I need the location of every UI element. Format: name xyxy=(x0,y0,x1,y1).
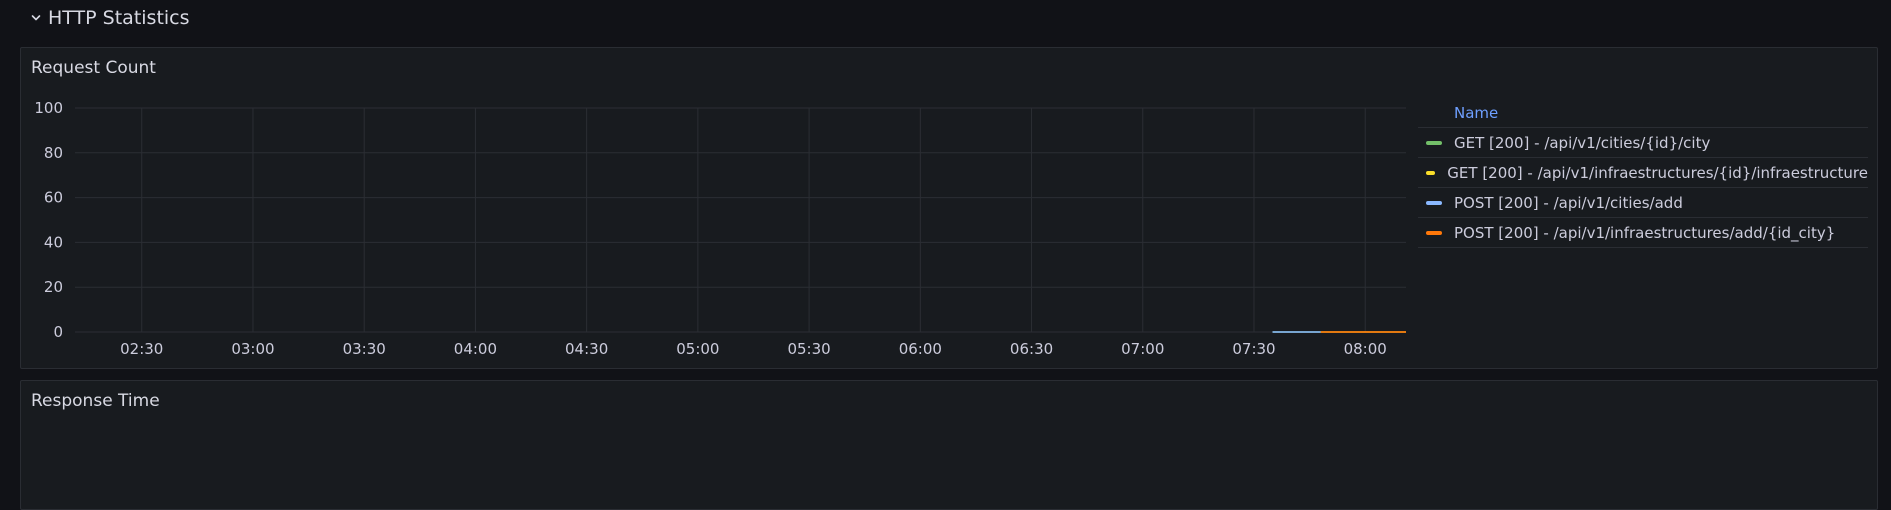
x-tick-label: 07:30 xyxy=(1232,340,1275,358)
x-tick-label: 02:30 xyxy=(120,340,163,358)
panel-title: Response Time xyxy=(31,391,160,411)
x-tick-label: 04:30 xyxy=(565,340,608,358)
legend-swatch xyxy=(1426,140,1442,145)
legend-swatch xyxy=(1426,230,1442,235)
x-tick-label: 06:00 xyxy=(899,340,942,358)
y-tick-label: 40 xyxy=(44,233,63,251)
y-tick-label: 100 xyxy=(34,99,63,117)
y-tick-label: 20 xyxy=(44,278,63,296)
x-tick-label: 08:00 xyxy=(1344,340,1387,358)
legend-header[interactable]: Name xyxy=(1418,99,1868,128)
legend-label: GET [200] - /api/v1/cities/{id}/city xyxy=(1454,133,1711,152)
x-tick-label: 07:00 xyxy=(1121,340,1164,358)
y-tick-label: 60 xyxy=(44,189,63,207)
request-count-chart: 0 20 40 60 80 100 02:30 03:00 03:30 04:00 04:30 05:… xyxy=(0,0,1420,374)
legend-item[interactable]: GET [200] - /api/v1/infraestructures/{id… xyxy=(1418,158,1868,188)
x-tick-label: 05:30 xyxy=(787,340,830,358)
legend-item[interactable]: POST [200] - /api/v1/infraestructures/ad… xyxy=(1418,218,1868,248)
y-tick-label: 80 xyxy=(44,144,63,162)
legend-item[interactable]: POST [200] - /api/v1/cities/add xyxy=(1418,188,1868,218)
legend-label: GET [200] - /api/v1/infraestructures/{id… xyxy=(1447,163,1868,182)
x-tick-label: 03:30 xyxy=(343,340,386,358)
legend: Name GET [200] - /api/v1/cities/{id}/cit… xyxy=(1418,99,1868,248)
x-tick-label: 04:00 xyxy=(454,340,497,358)
legend-item[interactable]: GET [200] - /api/v1/cities/{id}/city xyxy=(1418,128,1868,158)
legend-swatch xyxy=(1426,200,1442,205)
y-tick-label: 0 xyxy=(53,323,63,341)
chart-svg: 0 20 40 60 80 100 02:30 03:00 03:30 04:00 04:30 05:… xyxy=(34,99,1406,358)
legend-label: POST [200] - /api/v1/infraestructures/ad… xyxy=(1454,223,1836,242)
x-tick-label: 05:00 xyxy=(676,340,719,358)
legend-swatch xyxy=(1426,170,1436,175)
x-tick-label: 03:00 xyxy=(231,340,274,358)
x-tick-label: 06:30 xyxy=(1010,340,1053,358)
legend-label: POST [200] - /api/v1/cities/add xyxy=(1454,193,1683,212)
response-time-panel: Response Time xyxy=(20,380,1878,510)
